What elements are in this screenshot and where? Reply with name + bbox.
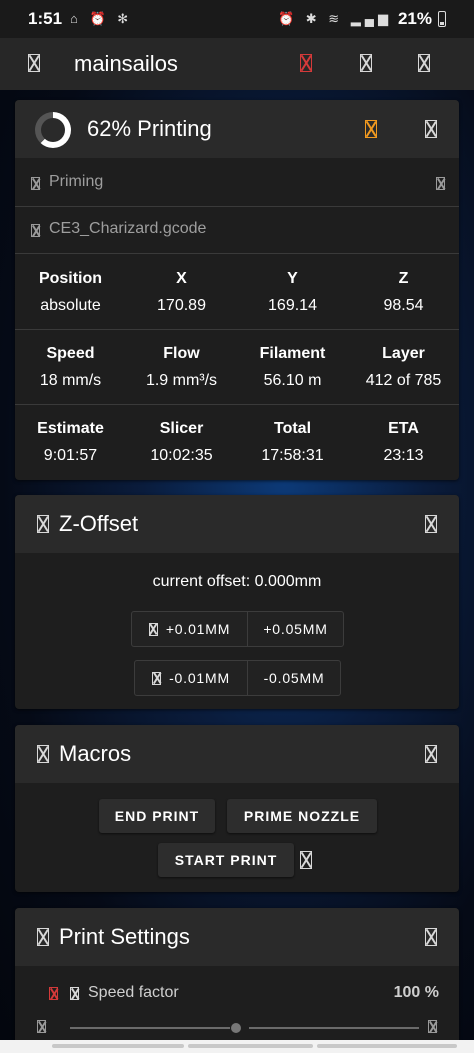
power-icon[interactable]	[418, 54, 430, 72]
stat-value: 18 mm/s	[39, 372, 102, 389]
stat-label: Layer	[382, 345, 425, 362]
stat-label: Flow	[163, 345, 200, 362]
system-nav-bar	[0, 1040, 474, 1053]
speed-factor-label: Speed factor	[88, 984, 179, 1001]
zoffset-down-large-button[interactable]: -0.05MM	[247, 661, 340, 695]
battery-percent: 21%	[397, 9, 432, 28]
system-icons: ⏰ ✱ ≋ ▂▄▆	[277, 11, 392, 26]
app-title: mainsailos	[74, 51, 178, 76]
current-offset: current offset: 0.000mm	[152, 573, 322, 590]
state-message-row: Priming	[15, 160, 459, 206]
tune-icon	[37, 928, 49, 946]
print-settings-card: Print Settings Speed factor 100 %	[15, 908, 459, 1040]
stat-label: Total	[273, 420, 312, 437]
zoffset-card: Z-Offset current offset: 0.000mm +0.01MM…	[15, 495, 459, 709]
stat-value: 169.14	[268, 297, 317, 314]
macros-header: Macros	[15, 725, 459, 783]
decrease-icon[interactable]	[37, 1020, 46, 1033]
zoffset-down-large-label: -0.05MM	[263, 670, 325, 686]
arrow-up-icon	[148, 622, 158, 636]
start-print-button[interactable]: START PRINT	[158, 843, 294, 877]
speed-slider-thumb[interactable]	[231, 1023, 241, 1033]
macros-icon	[37, 745, 49, 763]
speed-row: Speed 18 mm/s Flow 1.9 mm³/s Filament 56.10…	[15, 345, 459, 390]
stat-label: Speed	[46, 345, 95, 362]
nav-home[interactable]	[188, 1044, 313, 1048]
print-settings-header: Print Settings	[15, 908, 459, 966]
emergency-stop-icon[interactable]	[300, 54, 312, 72]
stat-label: Y	[287, 270, 298, 287]
position-row: Position absolute X 170.89 Y 169.14 Z 98.54	[15, 270, 459, 315]
filename: CE3_Charizard.gcode	[49, 220, 207, 237]
system-status-bar: 1:51 ⌂ ⏰ ✻ ⏰ ✱ ≋ ▂▄▆ 21%	[0, 0, 474, 38]
macro-settings-icon[interactable]	[300, 851, 312, 869]
stat-value: 10:02:35	[150, 447, 213, 464]
time-row: Estimate 9:01:57 Slicer 10:02:35 Total 17:5…	[15, 420, 459, 465]
stat-value: 56.10 m	[263, 372, 322, 389]
file-icon	[31, 224, 40, 237]
menu-icon[interactable]	[28, 54, 40, 72]
zoffset-up-small-label: +0.01MM	[165, 621, 231, 637]
close-message-icon[interactable]	[436, 177, 445, 190]
prime-nozzle-button[interactable]: PRIME NOZZLE	[227, 799, 377, 833]
nav-recents[interactable]	[317, 1044, 457, 1048]
upload-icon[interactable]	[360, 54, 372, 72]
info-icon	[31, 177, 40, 190]
collapse-icon[interactable]	[425, 515, 437, 533]
zoffset-down-small-button[interactable]: -0.01MM	[135, 661, 247, 695]
zoffset-up-small-button[interactable]: +0.01MM	[132, 612, 247, 646]
stat-value: 23:13	[383, 447, 424, 464]
zoffset-down-small-label: -0.01MM	[169, 670, 230, 686]
stat-value: 9:01:57	[43, 447, 98, 464]
stat-label: ETA	[388, 420, 419, 437]
progress-ring	[35, 112, 71, 148]
battery-icon	[438, 11, 446, 27]
stat-value: absolute	[40, 297, 101, 314]
notification-icons: ⌂ ⏰ ✻	[70, 11, 133, 26]
collapse-icon[interactable]	[425, 120, 437, 138]
zoffset-icon	[37, 515, 49, 533]
macros-title: Macros	[59, 741, 132, 766]
stat-label: Filament	[259, 345, 326, 362]
clock: 1:51	[28, 9, 63, 28]
increase-icon[interactable]	[428, 1020, 437, 1033]
status-card-header: 62% Printing	[15, 100, 459, 158]
nav-back[interactable]	[52, 1044, 184, 1048]
app-bar: mainsailos	[0, 38, 474, 90]
speed-slider-track-left[interactable]	[70, 1027, 230, 1029]
print-status-title: 62% Printing	[87, 116, 212, 141]
stat-label: X	[176, 270, 187, 287]
speed-icon	[70, 987, 79, 1000]
zoffset-header: Z-Offset	[15, 495, 459, 553]
arrow-down-icon	[152, 671, 162, 685]
macros-card: Macros END PRINT PRIME NOZZLE START PRIN…	[15, 725, 459, 892]
pause-icon[interactable]	[365, 120, 377, 138]
stat-value: 17:58:31	[261, 447, 324, 464]
stat-label: Z	[398, 270, 409, 287]
print-settings-title: Print Settings	[59, 924, 190, 949]
status-card: 62% Printing Priming CE3_Charizard.gcode…	[15, 100, 459, 480]
stat-label: Position	[38, 270, 103, 287]
stat-label: Slicer	[159, 420, 204, 437]
filename-row: CE3_Charizard.gcode	[15, 207, 459, 253]
speed-slider-track-right[interactable]	[249, 1027, 419, 1029]
speed-factor-value: 100 %	[393, 984, 439, 1001]
reset-icon[interactable]	[49, 987, 58, 1000]
zoffset-up-group: +0.01MM +0.05MM	[131, 611, 344, 647]
end-print-button[interactable]: END PRINT	[99, 799, 215, 833]
zoffset-up-large-label: +0.05MM	[263, 621, 328, 637]
zoffset-title: Z-Offset	[59, 511, 139, 536]
zoffset-down-group: -0.01MM -0.05MM	[134, 660, 341, 696]
stat-label: Estimate	[37, 420, 104, 437]
stat-value: 170.89	[157, 297, 206, 314]
state-message: Priming	[49, 173, 104, 190]
zoffset-up-large-button[interactable]: +0.05MM	[247, 612, 343, 646]
collapse-icon[interactable]	[425, 745, 437, 763]
stat-value: 412 of 785	[365, 372, 442, 389]
stat-value: 1.9 mm³/s	[145, 372, 218, 389]
stat-value: 98.54	[383, 297, 424, 314]
collapse-icon[interactable]	[425, 928, 437, 946]
